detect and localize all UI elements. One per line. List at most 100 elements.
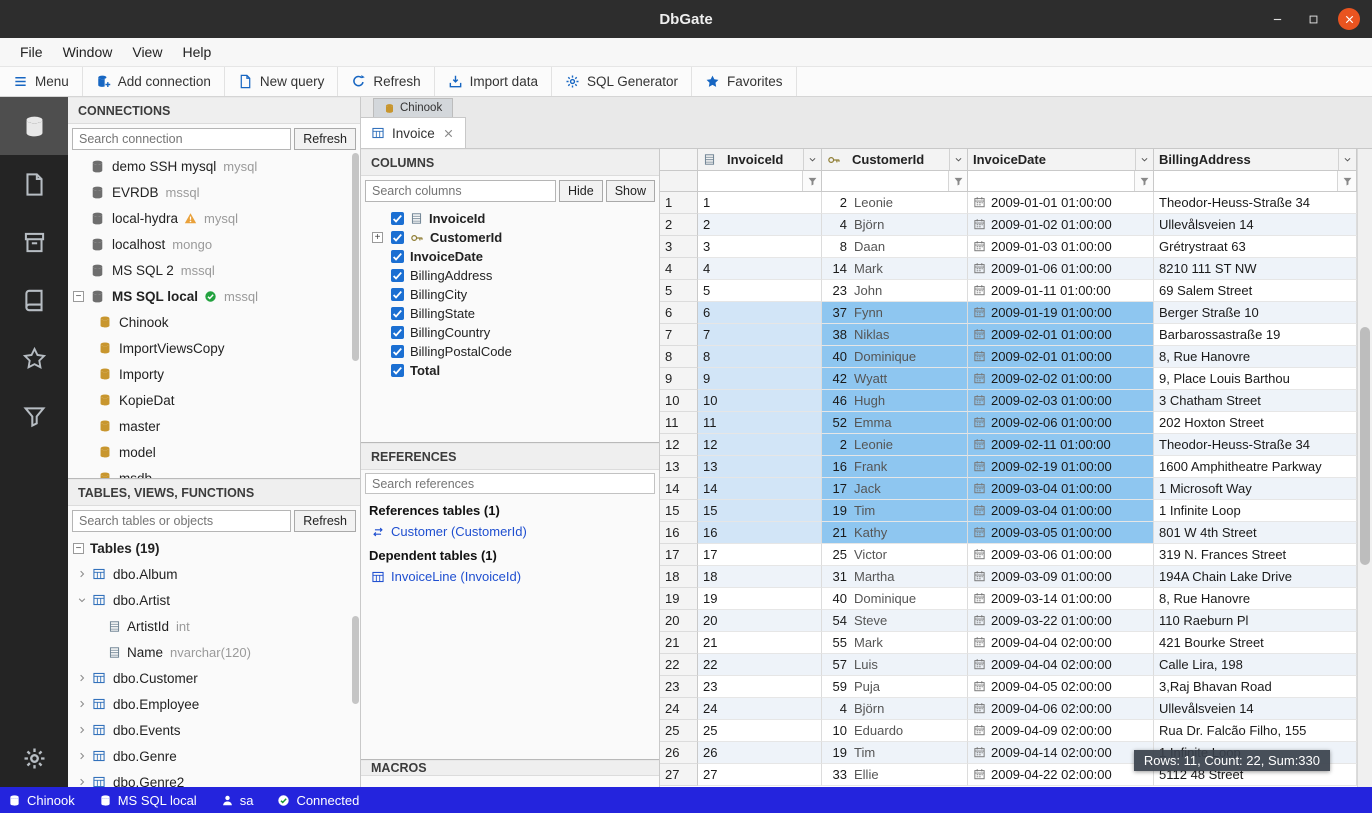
row-number[interactable]: 14: [660, 478, 698, 500]
cell-invoiceid[interactable]: 12: [698, 434, 822, 456]
row-number[interactable]: 13: [660, 456, 698, 478]
tab-close-icon[interactable]: [442, 127, 455, 140]
cell-invoicedate[interactable]: 2009-01-11 01:00:00: [968, 280, 1154, 302]
cell-invoicedate[interactable]: 2009-01-01 01:00:00: [968, 192, 1154, 214]
toolbar-button-new-query[interactable]: New query: [225, 67, 339, 96]
reference-link-customer-customerid[interactable]: Customer (CustomerId): [361, 521, 659, 542]
cell-customerid[interactable]: 38Niklas: [822, 324, 968, 346]
checkbox-checked-icon[interactable]: [391, 364, 404, 377]
cell-invoiceid[interactable]: 20: [698, 610, 822, 632]
cell-billingaddress[interactable]: Ullevålsveien 14: [1154, 214, 1357, 236]
connections-refresh-button[interactable]: Refresh: [294, 128, 356, 150]
cell-customerid[interactable]: 14Mark: [822, 258, 968, 280]
column-toggle-customerid[interactable]: +CustomerId: [361, 228, 659, 247]
cell-invoicedate[interactable]: 2009-03-14 01:00:00: [968, 588, 1154, 610]
cell-billingaddress[interactable]: 1 Microsoft Way: [1154, 478, 1357, 500]
row-number[interactable]: 16: [660, 522, 698, 544]
database-msdb[interactable]: msdb: [68, 465, 360, 478]
cell-billingaddress[interactable]: Calle Lira, 198: [1154, 654, 1357, 676]
toolbar-button-refresh[interactable]: Refresh: [338, 67, 434, 96]
table-dbo-album[interactable]: dbo.Album: [68, 561, 360, 587]
row-number[interactable]: 6: [660, 302, 698, 324]
grid-header-customerid[interactable]: CustomerId: [822, 149, 968, 171]
table-dbo-customer[interactable]: dbo.Customer: [68, 665, 360, 691]
cell-billingaddress[interactable]: Theodor-Heuss-Straße 34: [1154, 434, 1357, 456]
row-number[interactable]: 20: [660, 610, 698, 632]
cell-customerid[interactable]: 19Tim: [822, 500, 968, 522]
cell-customerid[interactable]: 2Leonie: [822, 434, 968, 456]
cell-invoiceid[interactable]: 4: [698, 258, 822, 280]
cell-invoiceid[interactable]: 7: [698, 324, 822, 346]
checkbox-checked-icon[interactable]: [391, 231, 404, 244]
connection-localhost[interactable]: localhostmongo: [68, 231, 360, 257]
filter-menu-button[interactable]: [948, 171, 967, 191]
cell-invoicedate[interactable]: 2009-03-06 01:00:00: [968, 544, 1154, 566]
cell-invoiceid[interactable]: 21: [698, 632, 822, 654]
activitybar-gear[interactable]: [0, 729, 68, 787]
activitybar-funnel-outline[interactable]: [0, 387, 68, 445]
row-number[interactable]: 25: [660, 720, 698, 742]
cell-invoiceid[interactable]: 18: [698, 566, 822, 588]
row-number[interactable]: 8: [660, 346, 698, 368]
grid-header-billingaddress[interactable]: BillingAddress: [1154, 149, 1357, 171]
cell-customerid[interactable]: 25Victor: [822, 544, 968, 566]
cell-billingaddress[interactable]: 110 Raeburn Pl: [1154, 610, 1357, 632]
row-number[interactable]: 19: [660, 588, 698, 610]
hide-button[interactable]: Hide: [559, 180, 603, 202]
cell-customerid[interactable]: 4Björn: [822, 698, 968, 720]
cell-invoicedate[interactable]: 2009-01-02 01:00:00: [968, 214, 1154, 236]
show-button[interactable]: Show: [606, 180, 655, 202]
database-importy[interactable]: Importy: [68, 361, 360, 387]
filter-input-billingaddress[interactable]: [1154, 171, 1337, 191]
cell-billingaddress[interactable]: 801 W 4th Street: [1154, 522, 1357, 544]
filter-input-invoiceid[interactable]: [698, 171, 802, 191]
filter-input-invoicedate[interactable]: [968, 171, 1134, 191]
cell-invoiceid[interactable]: 14: [698, 478, 822, 500]
cell-billingaddress[interactable]: 8, Rue Hanovre: [1154, 588, 1357, 610]
connection-ms-sql-local[interactable]: −MS SQL localmssql: [68, 283, 360, 309]
column-toggle-invoicedate[interactable]: InvoiceDate: [361, 247, 659, 266]
row-number[interactable]: 2: [660, 214, 698, 236]
column-toggle-billingcity[interactable]: BillingCity: [361, 285, 659, 304]
cell-invoiceid[interactable]: 1: [698, 192, 822, 214]
grid-header-invoicedate[interactable]: InvoiceDate: [968, 149, 1154, 171]
cell-customerid[interactable]: 52Emma: [822, 412, 968, 434]
cell-invoicedate[interactable]: 2009-02-02 01:00:00: [968, 368, 1154, 390]
database-tab[interactable]: Chinook: [373, 98, 453, 117]
table-column-name[interactable]: Namenvarchar(120): [68, 639, 360, 665]
cell-customerid[interactable]: 40Dominique: [822, 346, 968, 368]
table-dbo-genre2[interactable]: dbo.Genre2: [68, 769, 360, 787]
row-number[interactable]: 7: [660, 324, 698, 346]
row-number[interactable]: 4: [660, 258, 698, 280]
grid-scrollbar-thumb[interactable]: [1360, 327, 1370, 565]
checkbox-checked-icon[interactable]: [391, 269, 404, 282]
cell-invoiceid[interactable]: 27: [698, 764, 822, 786]
cell-customerid[interactable]: 16Frank: [822, 456, 968, 478]
cell-invoiceid[interactable]: 17: [698, 544, 822, 566]
connection-ms-sql-2[interactable]: MS SQL 2mssql: [68, 257, 360, 283]
cell-invoicedate[interactable]: 2009-02-01 01:00:00: [968, 346, 1154, 368]
cell-invoiceid[interactable]: 16: [698, 522, 822, 544]
cell-customerid[interactable]: 55Mark: [822, 632, 968, 654]
column-toggle-total[interactable]: Total: [361, 361, 659, 380]
database-kopiedat[interactable]: KopieDat: [68, 387, 360, 413]
toolbar-button-sql-generator[interactable]: SQL Generator: [552, 67, 692, 96]
checkbox-checked-icon[interactable]: [391, 345, 404, 358]
activitybar-file[interactable]: [0, 155, 68, 213]
menu-view[interactable]: View: [122, 38, 172, 66]
cell-billingaddress[interactable]: 421 Bourke Street: [1154, 632, 1357, 654]
cell-invoiceid[interactable]: 15: [698, 500, 822, 522]
cell-billingaddress[interactable]: Ullevålsveien 14: [1154, 698, 1357, 720]
cell-invoiceid[interactable]: 19: [698, 588, 822, 610]
cell-invoicedate[interactable]: 2009-04-04 02:00:00: [968, 632, 1154, 654]
cell-invoiceid[interactable]: 11: [698, 412, 822, 434]
row-number[interactable]: 11: [660, 412, 698, 434]
cell-billingaddress[interactable]: 202 Hoxton Street: [1154, 412, 1357, 434]
status-ms-sql-local[interactable]: MS SQL local: [99, 793, 197, 808]
cell-invoicedate[interactable]: 2009-04-09 02:00:00: [968, 720, 1154, 742]
database-model[interactable]: model: [68, 439, 360, 465]
row-number[interactable]: 15: [660, 500, 698, 522]
cell-billingaddress[interactable]: 319 N. Frances Street: [1154, 544, 1357, 566]
activitybar-star-outline[interactable]: [0, 329, 68, 387]
column-dropdown-button[interactable]: [949, 149, 967, 170]
